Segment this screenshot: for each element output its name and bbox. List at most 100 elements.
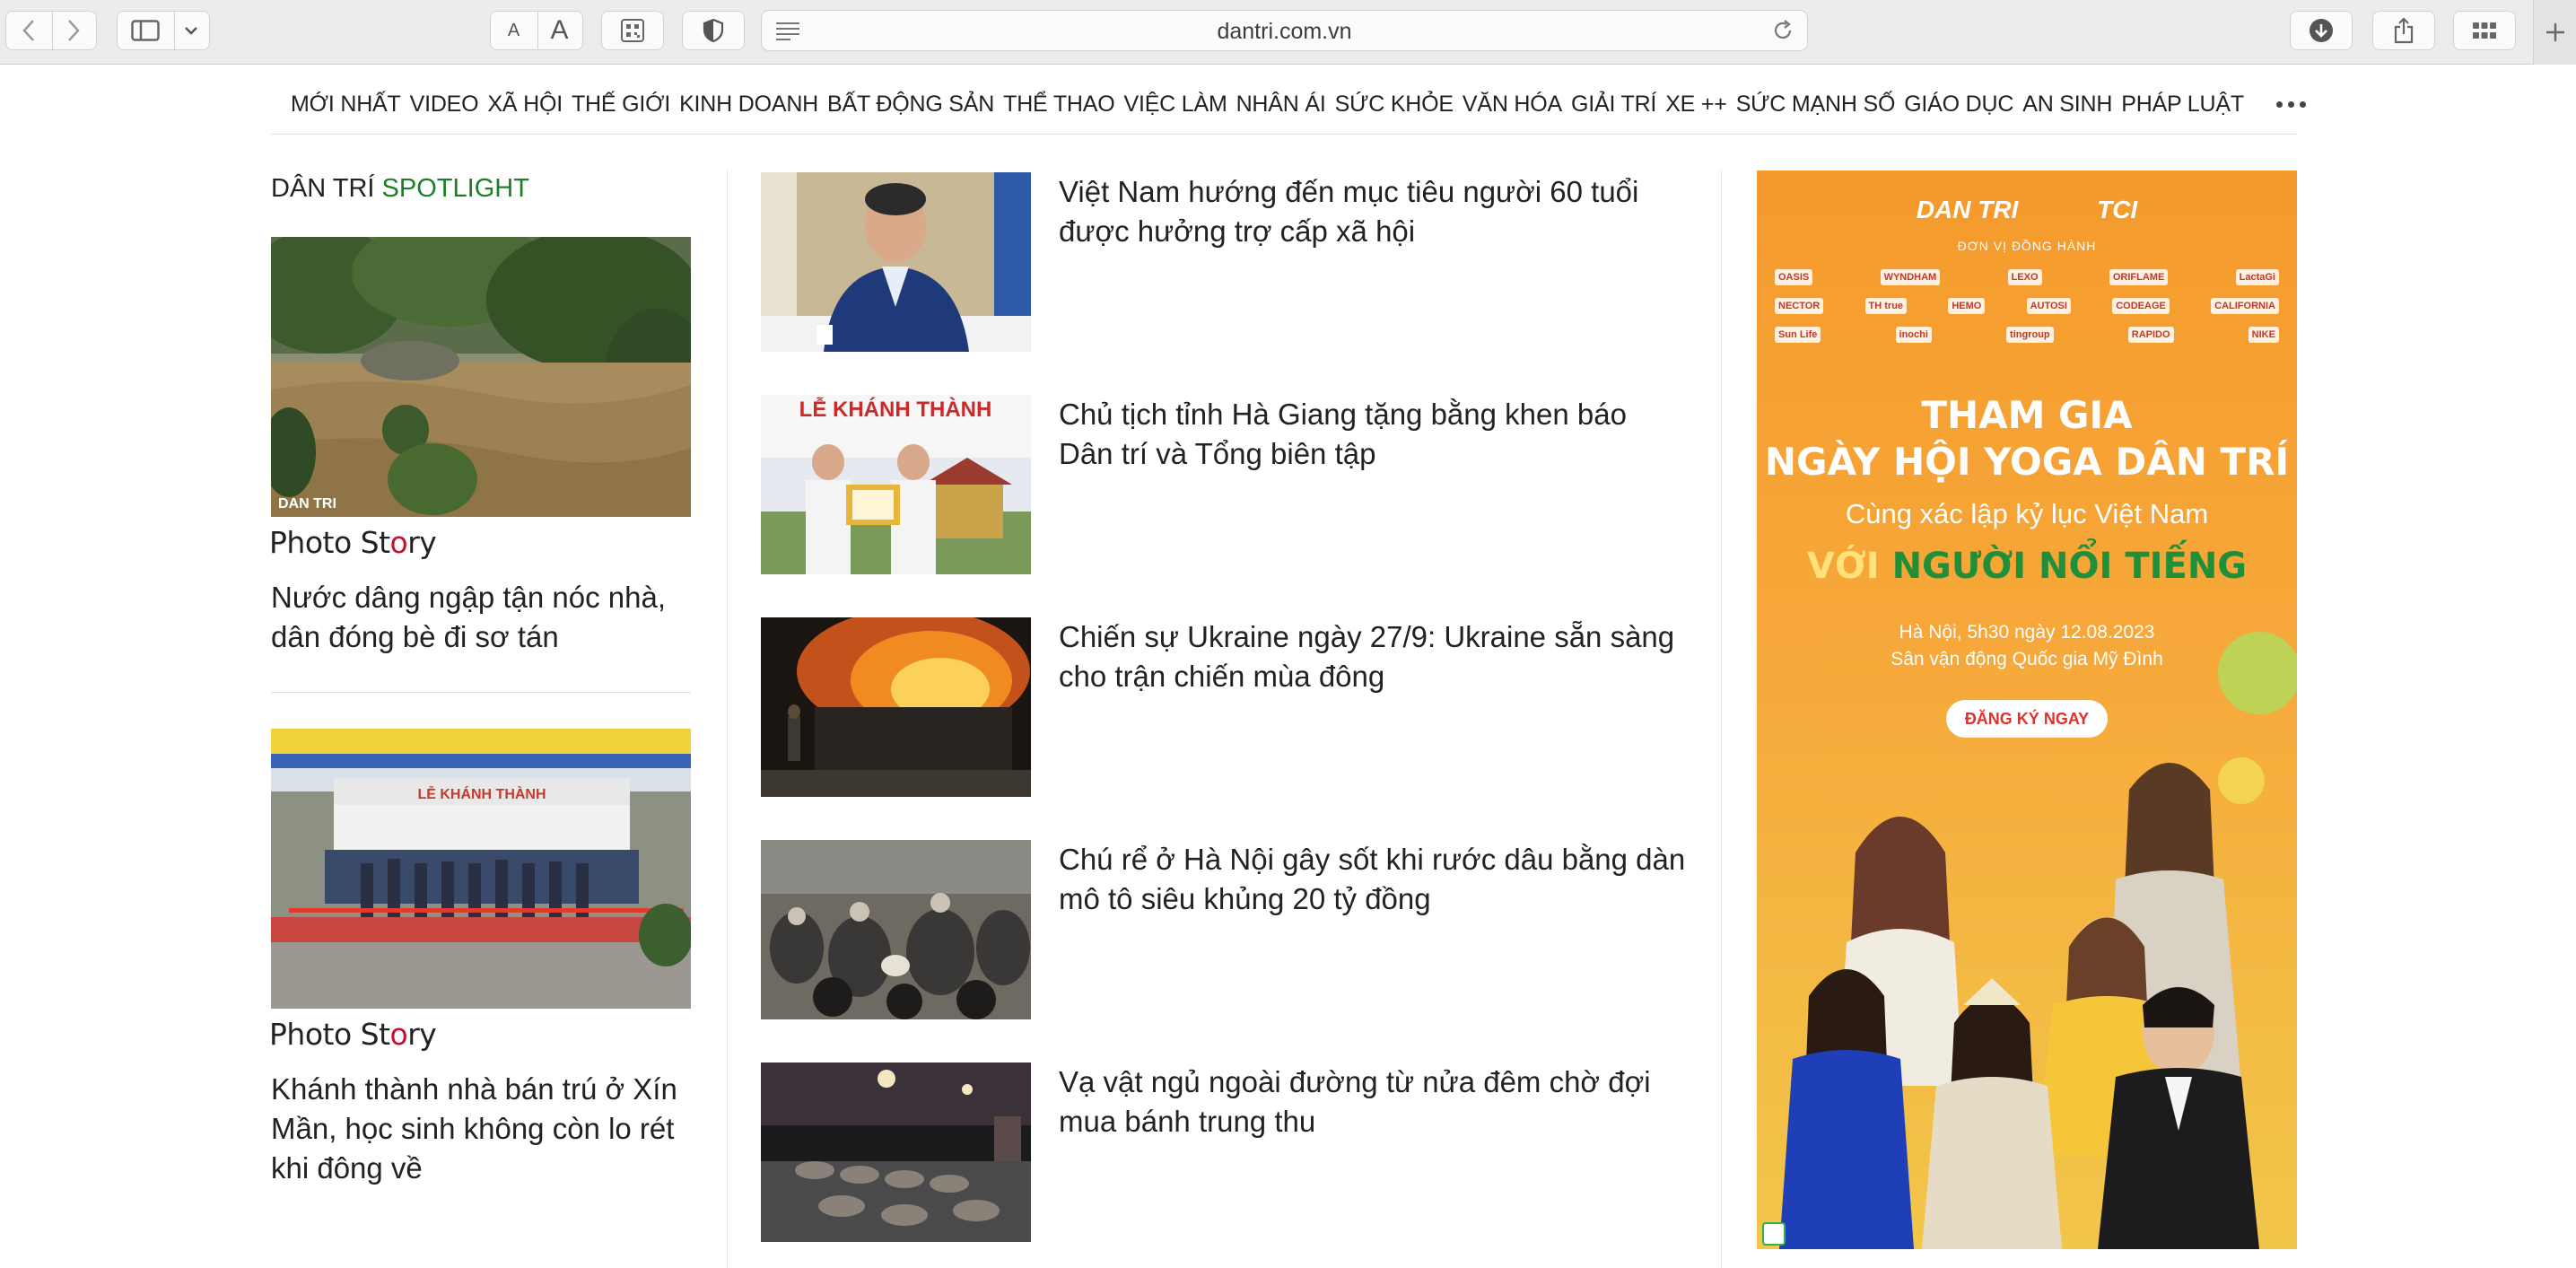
- nav-item-video[interactable]: VIDEO: [410, 92, 479, 118]
- nav-item-xa-hoi[interactable]: XÃ HỘI: [487, 92, 563, 118]
- nav-item-nhan-ai[interactable]: NHÂN ÁI: [1236, 92, 1326, 118]
- spotlight-image-flood[interactable]: DAN TRI: [271, 237, 691, 517]
- article-title[interactable]: Chú rể ở Hà Nội gây sốt khi rước dâu bằn…: [1059, 840, 1687, 919]
- tab-overview-button[interactable]: [2453, 11, 2516, 50]
- ad-sponsors-row: OASIS WYNDHAM LEXO ORIFLAME LactaGi: [1775, 269, 2279, 285]
- sponsor-logo: LactaGi: [2235, 269, 2279, 285]
- article-thumbnail[interactable]: [761, 840, 1031, 1019]
- sponsor-logo: NIKE: [2248, 327, 2279, 343]
- article-item[interactable]: Chú rể ở Hà Nội gây sốt khi rước dâu bằn…: [761, 840, 1685, 1019]
- article-title[interactable]: Việt Nam hướng đến mục tiêu người 60 tuổ…: [1059, 172, 1687, 251]
- reload-icon[interactable]: [1771, 19, 1794, 42]
- ad-logo-dantri: DAN TRI: [1916, 196, 2019, 223]
- article-item[interactable]: Vạ vật ngủ ngoài đường từ nửa đêm chờ đợ…: [761, 1062, 1685, 1242]
- ad-celebrities-image: [1779, 763, 2259, 1249]
- qr-button[interactable]: [601, 11, 664, 50]
- nav-item-van-hoa[interactable]: VĂN HÓA: [1463, 92, 1562, 118]
- browser-toolbar: A A dantri.com.vn: [0, 0, 2576, 65]
- photo-story-text-o: o: [389, 525, 408, 560]
- main-nav: MỚI NHẤT VIDEO XÃ HỘI THẾ GIỚI KINH DOAN…: [271, 75, 2306, 135]
- photo-story-text-b: ry: [407, 525, 437, 560]
- chevron-down-icon: [185, 27, 197, 35]
- sidebar-menu-button[interactable]: [173, 11, 209, 50]
- article-thumbnail[interactable]: [761, 1062, 1031, 1242]
- advertisement-banner[interactable]: DAN TRI TCI ĐƠN VỊ ĐỒNG HÀNH OASIS WYNDH…: [1757, 171, 2297, 1249]
- privacy-button[interactable]: [682, 11, 745, 50]
- sponsor-logo: RAPIDO: [2127, 327, 2174, 343]
- nav-item-the-thao[interactable]: THỂ THAO: [1003, 92, 1115, 118]
- ad-choices-icon[interactable]: [1762, 1222, 1786, 1246]
- sponsor-logo: WYNDHAM: [1880, 269, 1941, 285]
- chevron-right-icon: [68, 20, 80, 41]
- address-bar[interactable]: dantri.com.vn: [761, 10, 1808, 51]
- sponsor-logo: Sun Life: [1775, 327, 1821, 343]
- sponsor-logo: TH true: [1864, 298, 1908, 314]
- share-button[interactable]: [2372, 11, 2435, 50]
- back-button[interactable]: [6, 11, 51, 50]
- nav-item-suc-khoe[interactable]: SỨC KHỎE: [1335, 92, 1454, 118]
- article-item[interactable]: Việt Nam hướng đến mục tiêu người 60 tuổ…: [761, 172, 1685, 352]
- divider: [271, 692, 691, 693]
- ad-sponsors-row: Sun Life inochi tingroup RAPIDO NIKE: [1775, 327, 2279, 343]
- nav-item-the-gioi[interactable]: THẾ GIỚI: [572, 92, 670, 118]
- nav-item-giai-tri[interactable]: GIẢI TRÍ: [1571, 92, 1656, 118]
- nav-item-moi-nhat[interactable]: MỚI NHẤT: [291, 92, 401, 118]
- sponsor-logo: inochi: [1895, 327, 1932, 343]
- spotlight-heading-brand: DÂN TRÍ: [271, 174, 375, 203]
- nav-item-an-sinh[interactable]: AN SINH: [2022, 92, 2112, 118]
- ad-logos: DAN TRI TCI: [1757, 196, 2297, 224]
- article-thumbnail[interactable]: [761, 172, 1031, 352]
- article-title[interactable]: Chủ tịch tỉnh Hà Giang tặng bằng khen bá…: [1059, 395, 1687, 474]
- chevron-left-icon: [22, 20, 34, 41]
- sponsor-logo: CALIFORNIA: [2211, 298, 2279, 314]
- sponsor-logo: tingroup: [2006, 327, 2054, 343]
- nav-item-bat-dong-san[interactable]: BẤT ĐỘNG SẢN: [827, 92, 994, 118]
- nav-item-xe[interactable]: XE ++: [1665, 92, 1727, 118]
- increase-font-button[interactable]: A: [537, 15, 582, 46]
- font-size-group: A A: [490, 11, 583, 50]
- sponsor-logo: NECTOR: [1775, 298, 1824, 314]
- article-item[interactable]: LỄ KHÁNH THÀNH Chủ tịch tỉnh Hà Giang tặ…: [761, 395, 1685, 574]
- url-text[interactable]: dantri.com.vn: [762, 11, 1807, 52]
- column-divider: [727, 171, 728, 1268]
- column-divider: [1721, 171, 1722, 1268]
- download-icon: [2310, 19, 2333, 42]
- sponsor-logo: HEMO: [1948, 298, 1986, 314]
- article-item[interactable]: Chiến sự Ukraine ngày 27/9: Ukraine sẵn …: [761, 617, 1685, 797]
- qr-code-icon: [621, 19, 644, 42]
- ad-headline-2: NGÀY HỘI YOGA DÂN TRÍ: [1764, 440, 2290, 484]
- photo-story-text-a: Photo St: [269, 525, 390, 560]
- spotlight-image-ceremony[interactable]: LỄ KHÁNH THÀNH: [271, 729, 691, 1009]
- decrease-font-button[interactable]: A: [491, 21, 537, 41]
- article-title[interactable]: Chiến sự Ukraine ngày 27/9: Ukraine sẵn …: [1059, 617, 1687, 696]
- sidebar-button[interactable]: [118, 11, 173, 50]
- nav-item-phap-luat[interactable]: PHÁP LUẬT: [2121, 92, 2244, 118]
- nav-item-giao-duc[interactable]: GIÁO DỤC: [1904, 92, 2013, 118]
- back-forward-group: [5, 11, 97, 50]
- plus-icon: [2545, 23, 2564, 41]
- thumbnail-banner-text: LỄ KHÁNH THÀNH: [799, 396, 992, 422]
- article-title[interactable]: Vạ vật ngủ ngoài đường từ nửa đêm chờ đợ…: [1059, 1062, 1687, 1141]
- photo-story-text-o: o: [389, 1017, 408, 1052]
- spotlight-headline[interactable]: Khánh thành nhà bán trú ở Xín Mần, học s…: [271, 1070, 693, 1188]
- sidebar-toggle-group: [117, 11, 210, 50]
- photo-story-text-a: Photo St: [269, 1017, 390, 1052]
- ad-subline: Cùng xác lập kỷ lục Việt Nam: [1845, 498, 2209, 529]
- new-tab-button[interactable]: [2533, 0, 2576, 65]
- nav-item-suc-manh-so[interactable]: SỨC MẠNH SỐ: [1736, 92, 1896, 118]
- article-thumbnail[interactable]: [761, 617, 1031, 797]
- spotlight-headline[interactable]: Nước dâng ngập tận nóc nhà, dân đóng bè …: [271, 578, 693, 657]
- nav-item-viec-lam[interactable]: VIỆC LÀM: [1123, 92, 1227, 118]
- ceremony-banner-text: LỄ KHÁNH THÀNH: [417, 785, 546, 802]
- more-menu-icon[interactable]: [2275, 101, 2306, 108]
- photo-story-text-b: ry: [407, 1017, 437, 1052]
- ad-logo-tci: TCI: [2097, 196, 2138, 223]
- article-thumbnail[interactable]: LỄ KHÁNH THÀNH: [761, 395, 1031, 574]
- forward-button[interactable]: [51, 11, 96, 50]
- sponsor-logo: ORIFLAME: [2109, 269, 2169, 285]
- ad-cohost-label: ĐƠN VỊ ĐỒNG HÀNH: [1957, 239, 2097, 253]
- downloads-button[interactable]: [2290, 11, 2353, 50]
- nav-item-kinh-doanh[interactable]: KINH DOANH: [679, 92, 818, 118]
- ad-highlight: VỚI NGƯỜI NỔI TIẾNG: [1757, 546, 2297, 587]
- ad-headline-1: THAM GIA: [1921, 393, 2133, 437]
